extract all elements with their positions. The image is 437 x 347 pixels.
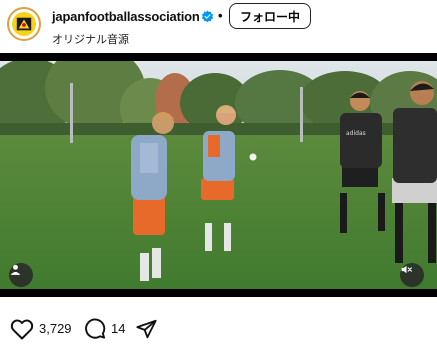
original-audio-label[interactable]: オリジナル音源 — [52, 31, 129, 47]
profile-avatar[interactable] — [7, 7, 41, 41]
post-actions: 3,729 14 — [0, 312, 437, 346]
jfa-logo-icon — [12, 12, 36, 36]
user-tag-icon — [10, 264, 21, 275]
heart-icon[interactable] — [10, 318, 34, 340]
user-tag-button[interactable] — [9, 263, 33, 287]
verified-badge-icon — [201, 10, 214, 23]
comment-count[interactable]: 14 — [111, 321, 125, 336]
share-icon[interactable] — [135, 318, 158, 340]
post-header: japanfootballassociation • フォロー中 オリジナル音源 — [0, 0, 437, 52]
shirt-logo: adidas — [346, 130, 366, 137]
account-username[interactable]: japanfootballassociation — [52, 9, 200, 24]
video-player[interactable]: adidas — [0, 53, 437, 297]
mute-icon — [401, 265, 412, 274]
mute-button[interactable] — [400, 263, 424, 287]
like-count[interactable]: 3,729 — [39, 321, 72, 336]
video-frame: adidas — [0, 53, 437, 297]
separator-dot: • — [218, 8, 223, 23]
following-button[interactable]: フォロー中 — [229, 3, 311, 29]
comment-icon[interactable] — [83, 317, 106, 340]
